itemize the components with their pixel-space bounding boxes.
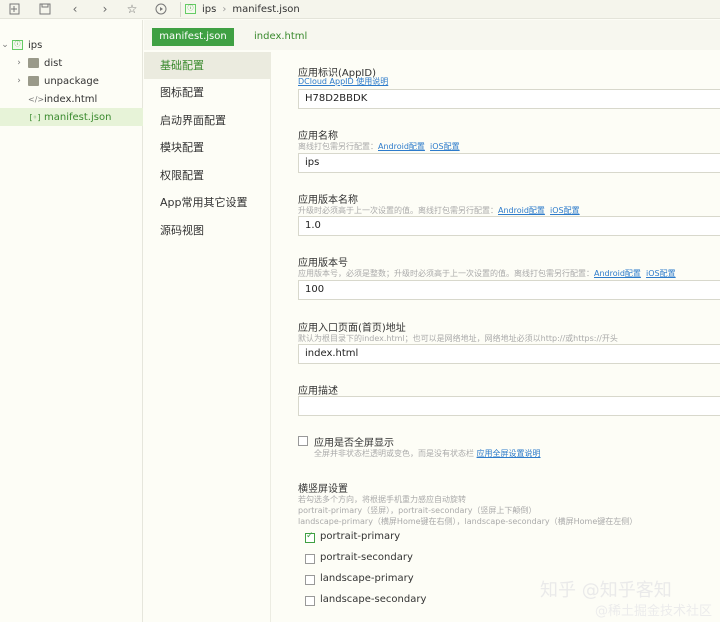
- description-label: 应用描述: [298, 386, 338, 397]
- fullscreen-hint: 全屏并非状态栏透明或变色，而是没有状态栏 应用全屏设置说明: [314, 448, 541, 459]
- tab-manifest-json[interactable]: manifest.json: [152, 28, 234, 46]
- tree-item-label: manifest.json: [44, 111, 112, 123]
- fullscreen-checkbox[interactable]: [298, 436, 308, 446]
- tree-item-dist[interactable]: › dist: [0, 54, 143, 72]
- fullscreen-help-link[interactable]: 应用全屏设置说明: [477, 449, 541, 458]
- orientation-checkbox[interactable]: [305, 531, 315, 543]
- entry-page-hint: 默认为根目录下的index.html；也可以是网络地址，网络地址必须以http:…: [298, 334, 618, 343]
- version-code-input[interactable]: 100: [298, 280, 720, 300]
- back-icon[interactable]: ‹: [67, 1, 83, 17]
- orientation-option[interactable]: portrait-primary: [298, 528, 720, 549]
- new-file-icon[interactable]: [7, 1, 23, 17]
- orientation-option-label[interactable]: portrait-primary: [320, 531, 400, 542]
- orientation-hint-3: landscape-primary（横屏Home键在右侧），landscape-…: [298, 517, 638, 526]
- appid-input[interactable]: H78D2BBDK: [298, 89, 720, 109]
- app-name-input[interactable]: ips: [298, 153, 720, 173]
- version-name-label: 应用版本名称: [298, 195, 358, 206]
- json-file-icon: [◦]: [29, 112, 41, 122]
- breadcrumb: ⓘ ips › manifest.json: [185, 1, 300, 17]
- html-file-icon: </>: [28, 94, 45, 104]
- tree-item-unpackage[interactable]: › unpackage: [0, 72, 143, 90]
- android-config-link[interactable]: Android配置: [498, 206, 545, 215]
- tab-index-html[interactable]: index.html: [254, 28, 307, 46]
- nav-item-modules[interactable]: 模块配置: [144, 134, 271, 161]
- hint-text: 升级时必须高于上一次设置的值。离线打包需另行配置：: [298, 206, 498, 215]
- nav-item-basic[interactable]: 基础配置: [144, 52, 271, 79]
- android-config-link[interactable]: Android配置: [594, 269, 641, 278]
- editor-tabs: manifest.json index.html: [144, 20, 720, 50]
- orientation-label: 横竖屏设置: [298, 484, 348, 495]
- chevron-right-icon[interactable]: ›: [14, 58, 24, 68]
- nav-item-icons[interactable]: 图标配置: [144, 79, 271, 106]
- tree-item-label: unpackage: [44, 75, 99, 87]
- version-name-hint: 升级时必须高于上一次设置的值。离线打包需另行配置：Android配置 iOS配置: [298, 205, 580, 216]
- folder-icon: [28, 58, 39, 68]
- orientation-hint-1: 若勾选多个方向，将根据手机重力感应自动旋转: [298, 495, 466, 504]
- nav-item-app-other[interactable]: App常用其它设置: [144, 189, 271, 216]
- orientation-option-label[interactable]: landscape-secondary: [320, 594, 426, 605]
- watermark-text: 知乎 @知乎客知: [540, 580, 672, 601]
- hint-text: 离线打包需另行配置：: [298, 142, 378, 151]
- orientation-option-label[interactable]: landscape-primary: [320, 573, 414, 584]
- chevron-right-icon[interactable]: ›: [14, 76, 24, 86]
- forward-icon[interactable]: ›: [97, 1, 113, 17]
- orientation-checkbox[interactable]: [305, 575, 315, 585]
- star-icon[interactable]: ☆: [124, 1, 140, 17]
- orientation-option-label[interactable]: portrait-secondary: [320, 552, 413, 563]
- tree-item-label: ips: [28, 39, 43, 51]
- fullscreen-label[interactable]: 应用是否全屏显示: [314, 434, 394, 449]
- tree-item-label: index.html: [44, 93, 98, 105]
- appid-help-link[interactable]: DCloud AppID 使用说明: [298, 77, 388, 86]
- android-config-link[interactable]: Android配置: [378, 142, 425, 151]
- tree-item-label: dist: [44, 57, 63, 69]
- entry-page-input[interactable]: index.html: [298, 344, 720, 364]
- run-icon[interactable]: [153, 1, 169, 17]
- chevron-down-icon[interactable]: ⌄: [0, 40, 10, 50]
- top-toolbar: ‹ › ☆ ⓘ ips › manifest.json: [0, 0, 720, 19]
- app-name-label: 应用名称: [298, 131, 338, 142]
- breadcrumb-item[interactable]: ips: [202, 4, 216, 15]
- settings-nav: 基础配置 图标配置 启动界面配置 模块配置 权限配置 App常用其它设置 源码视…: [144, 52, 271, 622]
- description-input[interactable]: [298, 396, 720, 416]
- nav-item-source[interactable]: 源码视图: [144, 217, 271, 244]
- nav-item-splash[interactable]: 启动界面配置: [144, 107, 271, 134]
- hint-text: 应用版本号，必须是整数；升级时必须高于上一次设置的值。离线打包需另行配置：: [298, 269, 594, 278]
- toolbar-divider: [180, 2, 181, 17]
- orientation-option[interactable]: portrait-secondary: [298, 549, 720, 570]
- save-icon[interactable]: [37, 1, 53, 17]
- app-name-hint: 离线打包需另行配置：Android配置 iOS配置: [298, 141, 460, 152]
- folder-icon: [28, 76, 39, 86]
- tree-item-index-html[interactable]: </> index.html: [0, 90, 143, 108]
- orientation-checkbox[interactable]: [305, 554, 315, 564]
- breadcrumb-item[interactable]: manifest.json: [232, 4, 299, 15]
- ios-config-link[interactable]: iOS配置: [646, 269, 676, 278]
- watermark-text: @稀土掘金技术社区: [595, 604, 713, 619]
- orientation-checkbox[interactable]: [305, 596, 315, 606]
- version-code-label: 应用版本号: [298, 258, 348, 269]
- tree-item-manifest-json[interactable]: [◦] manifest.json: [0, 108, 143, 126]
- nav-item-permissions[interactable]: 权限配置: [144, 162, 271, 189]
- version-name-input[interactable]: 1.0: [298, 216, 720, 236]
- project-icon: ⓘ: [185, 4, 196, 14]
- orientation-hint-2: portrait-primary（竖屏），portrait-secondary（…: [298, 506, 537, 515]
- project-tree: ⌄ ⓘ ips › dist › unpackage </> index.htm…: [0, 20, 143, 622]
- version-code-hint: 应用版本号，必须是整数；升级时必须高于上一次设置的值。离线打包需另行配置：And…: [298, 268, 676, 279]
- project-icon: ⓘ: [12, 40, 23, 50]
- hint-text: 全屏并非状态栏透明或变色，而是没有状态栏: [314, 449, 474, 458]
- breadcrumb-separator: ›: [222, 3, 227, 15]
- appid-hint: DCloud AppID 使用说明: [298, 76, 388, 87]
- tree-root-ips[interactable]: ⌄ ⓘ ips: [0, 36, 143, 54]
- ios-config-link[interactable]: iOS配置: [430, 142, 460, 151]
- basic-settings-form: 应用标识(AppID) DCloud AppID 使用说明 H78D2BBDK …: [272, 52, 720, 622]
- ios-config-link[interactable]: iOS配置: [550, 206, 580, 215]
- entry-page-label: 应用入口页面(首页)地址: [298, 323, 406, 334]
